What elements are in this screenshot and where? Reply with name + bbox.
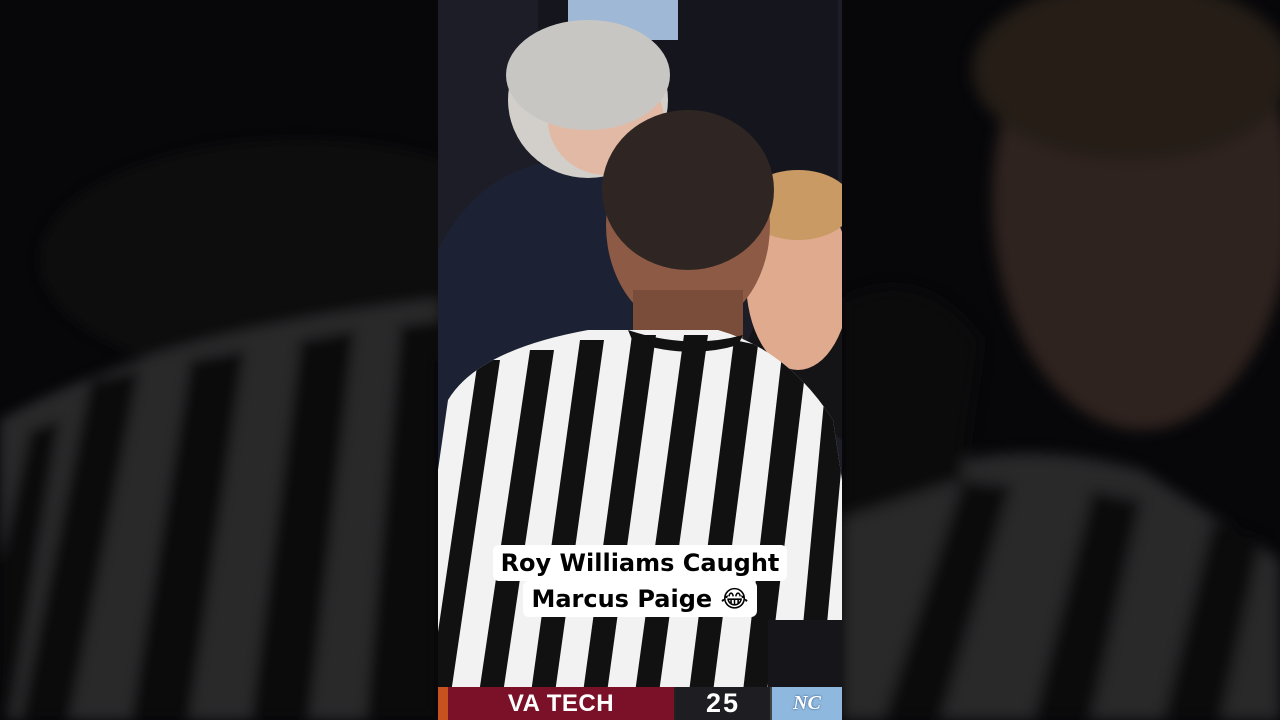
caption-overlay: Roy Williams Caught Marcus Paige 😂 xyxy=(438,545,842,617)
team-name: VA TECH xyxy=(507,689,615,717)
score-cell: 25 xyxy=(676,687,772,720)
opponent-logo-text: NC xyxy=(793,692,821,714)
video-frame: Roy Williams Caught Marcus Paige 😂 VA TE… xyxy=(438,0,842,720)
blurred-background-left xyxy=(0,0,438,720)
caption-line-2: Marcus Paige 😂 xyxy=(523,581,757,617)
opponent-logo: NC xyxy=(772,687,842,720)
blurred-background-right xyxy=(842,0,1280,720)
scoreboard: VA TECH 25 NC xyxy=(438,687,842,720)
team-score: 25 xyxy=(705,688,741,718)
caption-line-1: Roy Williams Caught xyxy=(492,545,788,581)
team-name-cell: VA TECH xyxy=(448,687,676,720)
team-logo-strip xyxy=(438,687,448,720)
